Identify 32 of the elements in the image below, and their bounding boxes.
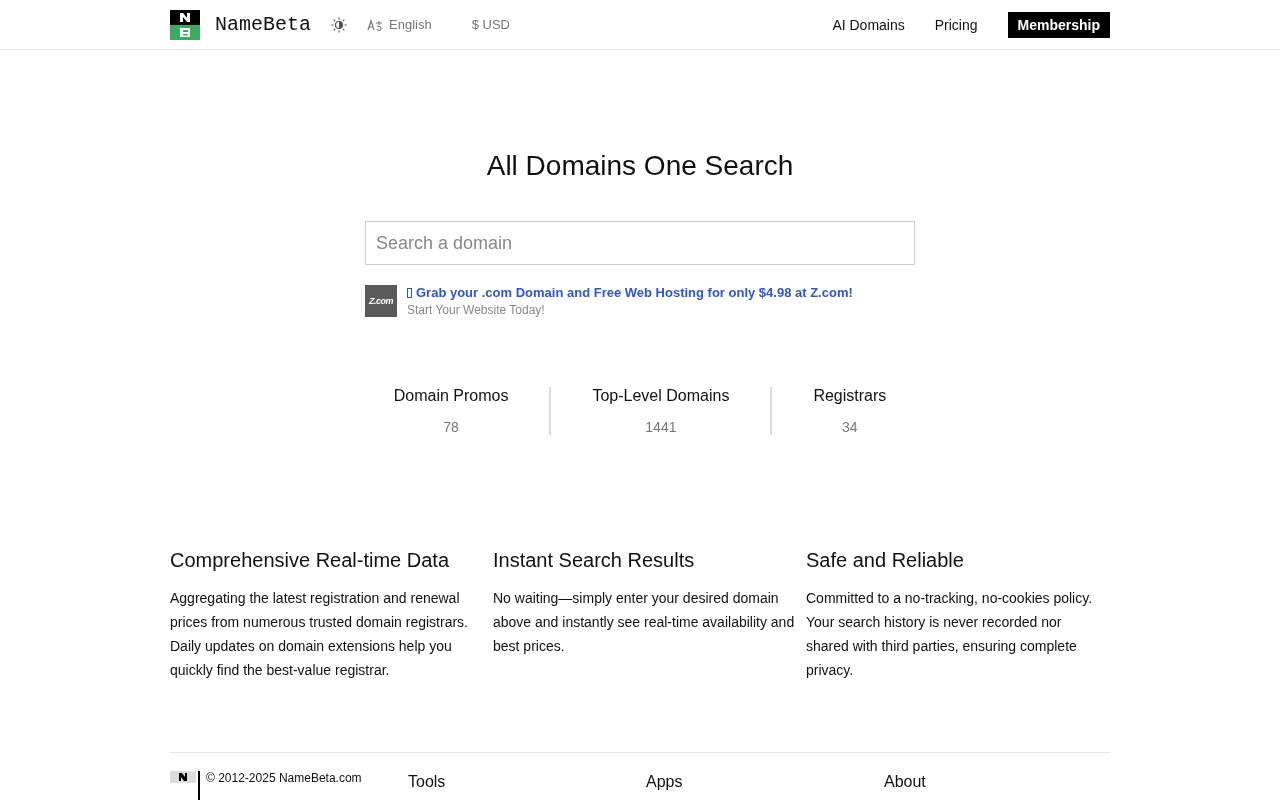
placeholder-glyph-icon [407, 287, 412, 298]
stat-value: 78 [443, 419, 459, 435]
footer-heading: About [884, 773, 927, 792]
ad-subline: Start Your Website Today! [407, 303, 546, 317]
sponsor-logo[interactable]: Z.com [365, 285, 397, 317]
currency-selector[interactable]: $ USD [471, 17, 510, 32]
feature-title: Comprehensive Real-time Data [170, 549, 450, 572]
stat-value: 1441 [645, 419, 677, 435]
nav-link[interactable]: Pricing [934, 16, 978, 33]
feature-title: Safe and Reliable [806, 549, 965, 572]
copyright-text: © 2012-2025 NameBeta.com [198, 771, 362, 800]
footer-heading: Apps [646, 773, 684, 792]
stat-label: Top-Level Domains [592, 387, 730, 405]
feature-title: Instant Search Results [493, 549, 696, 572]
language-selector[interactable]: English [389, 17, 432, 32]
footer-logo-icon [170, 771, 196, 783]
ad-link[interactable]: Grab your .com Domain and Free Web Hosting for only $4.98 at Z.com! [416, 285, 853, 300]
stat-value: 34 [842, 419, 858, 435]
stat-label: Registrars [813, 387, 887, 405]
feature-text: Committed to a no-tracking, no-cookies policy. Your search history is never recorded nor shared with third parties, ensuring complete privacy. [806, 589, 1094, 680]
footer-heading: Tools [408, 773, 447, 792]
feature-text: Aggregating the latest registration and renewal prices from numerous trusted domain registrars. Daily updates on domain extensions help you quickly find the best-value registrar. [170, 589, 469, 680]
stat-label: Domain Promos [393, 387, 509, 405]
search-field[interactable]: Search a domain [365, 221, 915, 265]
namebeta-logo-icon [170, 9, 200, 40]
nav-link[interactable]: AI Domains [832, 16, 905, 33]
translate-icon[interactable] [367, 18, 383, 31]
membership-button[interactable]: Membership [1007, 11, 1110, 38]
page-title: All Domains One Search [485, 150, 795, 182]
theme-toggle-icon[interactable] [331, 16, 347, 33]
brand-name[interactable]: NameBeta [215, 13, 311, 36]
feature-text: No waiting—simply enter your desired domain above and instantly see real-time availability and best prices. [493, 589, 796, 656]
